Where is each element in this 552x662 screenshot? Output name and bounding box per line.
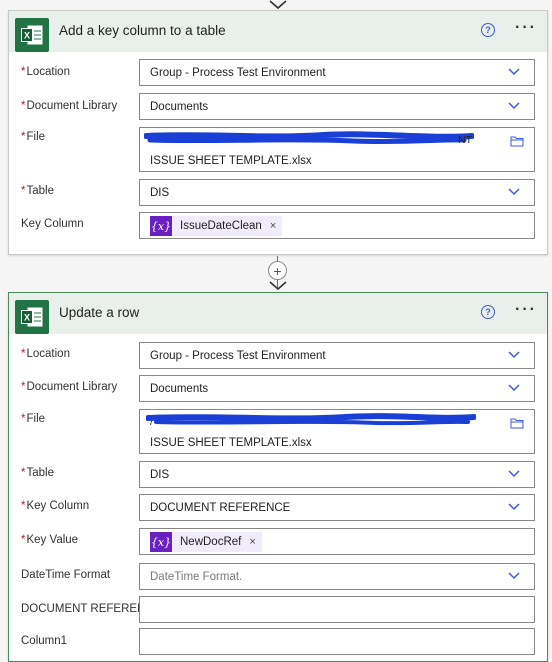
folder-icon[interactable]: [510, 417, 524, 429]
key-column-value: DOCUMENT REFERENCE: [150, 502, 291, 514]
label-text: Key Value: [26, 534, 79, 546]
label-text: File: [26, 413, 46, 425]
required-mark: *: [21, 100, 26, 112]
label-text: Location: [26, 66, 70, 78]
location-value: Group - Process Test Environment: [150, 67, 326, 79]
required-mark: *: [21, 534, 26, 546]
label-text: File: [26, 131, 46, 143]
location-value: Group - Process Test Environment: [150, 350, 326, 362]
library-value: Documents: [150, 101, 209, 113]
column1-label: Column1: [21, 635, 68, 647]
dynamic-content-token[interactable]: {x} IssueDateClean ×: [150, 216, 283, 236]
label-text: Location: [26, 348, 70, 360]
remove-icon[interactable]: ×: [270, 220, 276, 232]
card-title: Update a row: [59, 305, 140, 320]
chevron-down-icon[interactable]: [508, 351, 520, 359]
svg-text:X: X: [24, 31, 30, 41]
table-dropdown[interactable]: DIS: [139, 179, 535, 206]
file-label: *File: [21, 413, 45, 425]
key-value-input[interactable]: {x} NewDocRef ×: [139, 528, 535, 555]
location-dropdown[interactable]: Group - Process Test Environment: [139, 59, 535, 86]
table-value: DIS: [150, 469, 170, 481]
chevron-down-icon[interactable]: [508, 188, 520, 196]
required-mark: *: [21, 413, 26, 425]
help-icon[interactable]: ?: [481, 305, 495, 319]
chevron-down-icon[interactable]: [508, 503, 520, 511]
key-column-label: *Key Column: [21, 500, 89, 512]
key-column-input[interactable]: {x} IssueDateClean ×: [139, 212, 535, 239]
more-icon[interactable]: ···: [515, 19, 537, 37]
required-mark: *: [21, 131, 26, 143]
key-column-dropdown[interactable]: DOCUMENT REFERENCE: [139, 494, 535, 521]
library-dropdown[interactable]: Documents: [139, 93, 535, 120]
table-label: *Table: [21, 467, 54, 479]
redaction-scribble: [146, 413, 476, 426]
location-dropdown[interactable]: Group - Process Test Environment: [139, 342, 535, 369]
variable-icon: {x}: [150, 532, 172, 552]
datetime-format-placeholder: DateTime Format.: [150, 571, 243, 583]
file-picker-field[interactable]: NT ISSUE SHEET TEMPLATE.xlsx: [139, 127, 535, 172]
library-label: *Document Library: [21, 100, 117, 112]
card-header[interactable]: X Update a row ? ···: [9, 293, 547, 334]
required-mark: *: [21, 66, 26, 78]
redaction-scribble: [144, 131, 474, 145]
token-label: NewDocRef: [180, 536, 242, 548]
token-label: IssueDateClean: [180, 220, 262, 232]
arrow-down-icon: [269, 281, 287, 291]
required-mark: *: [21, 185, 26, 197]
card-header[interactable]: X Add a key column to a table ? ···: [9, 11, 547, 52]
required-mark: *: [21, 381, 26, 393]
file-path-line2: ISSUE SHEET TEMPLATE.xlsx: [150, 437, 312, 449]
label-text: Document Library: [26, 381, 118, 393]
svg-text:X: X: [24, 313, 30, 323]
chevron-down-icon[interactable]: [508, 68, 520, 76]
required-mark: *: [21, 500, 26, 512]
file-label: *File: [21, 131, 45, 143]
table-value: DIS: [150, 187, 170, 199]
arrow-down-icon: [269, 0, 287, 10]
datetime-format-dropdown[interactable]: DateTime Format.: [139, 563, 535, 590]
key-column-label: Key Column: [21, 218, 84, 230]
more-icon[interactable]: ···: [515, 301, 537, 319]
label-text: Key Column: [26, 500, 90, 512]
datetime-format-label: DateTime Format: [21, 569, 111, 581]
chevron-down-icon[interactable]: [508, 470, 520, 478]
table-label: *Table: [21, 185, 54, 197]
action-card-update-row[interactable]: X Update a row ? ··· *Location Group - P…: [8, 292, 548, 662]
excel-icon: X: [15, 18, 49, 52]
document-reference-input[interactable]: [139, 596, 535, 623]
chevron-down-icon[interactable]: [508, 384, 520, 392]
dynamic-content-token[interactable]: {x} NewDocRef ×: [150, 532, 262, 552]
file-path-line1: NT: [458, 134, 472, 146]
label-text: Table: [26, 185, 54, 197]
key-value-label: *Key Value: [21, 534, 78, 546]
file-path-line2: ISSUE SHEET TEMPLATE.xlsx: [150, 155, 312, 167]
chevron-down-icon[interactable]: [508, 102, 520, 110]
variable-icon: {x}: [150, 216, 172, 236]
required-mark: *: [21, 348, 26, 360]
folder-icon[interactable]: [510, 135, 524, 147]
library-dropdown[interactable]: Documents: [139, 375, 535, 402]
required-mark: *: [21, 467, 26, 479]
column1-input[interactable]: [139, 628, 535, 655]
library-label: *Document Library: [21, 381, 117, 393]
label-text: Document Library: [26, 100, 118, 112]
location-label: *Location: [21, 348, 70, 360]
help-icon[interactable]: ?: [481, 23, 495, 37]
label-text: Table: [26, 467, 54, 479]
add-step-icon[interactable]: +: [268, 261, 287, 280]
table-dropdown[interactable]: DIS: [139, 461, 535, 488]
action-card-add-key-column[interactable]: X Add a key column to a table ? ··· *Loc…: [8, 10, 548, 255]
location-label: *Location: [21, 66, 70, 78]
excel-icon: X: [15, 300, 49, 334]
file-picker-field[interactable]: / ISSUE SHEET TEMPLATE.xlsx: [139, 409, 535, 454]
chevron-down-icon[interactable]: [508, 572, 520, 580]
library-value: Documents: [150, 383, 209, 395]
card-title: Add a key column to a table: [59, 23, 226, 38]
remove-icon[interactable]: ×: [249, 536, 255, 548]
